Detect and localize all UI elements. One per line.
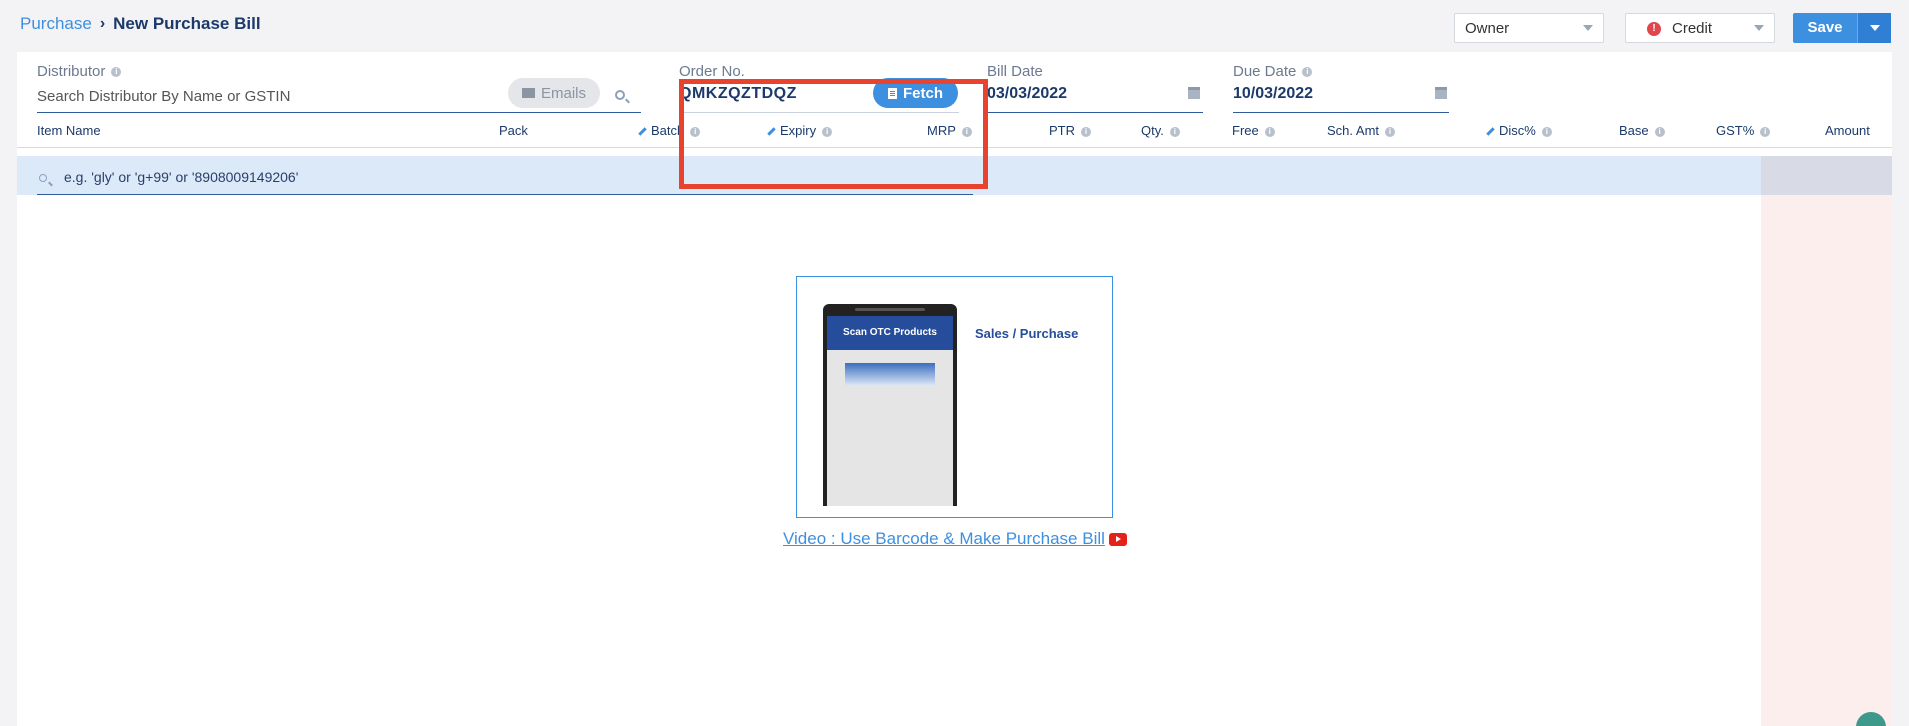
pencil-icon [1486, 127, 1495, 136]
youtube-icon [1108, 533, 1127, 547]
info-icon: i [1541, 126, 1552, 137]
col-sch-amt: Sch. Amt i [1327, 123, 1396, 138]
col-free: Free i [1232, 123, 1275, 138]
save-options-dropdown[interactable] [1857, 13, 1891, 43]
payment-mode-value: Credit [1672, 19, 1713, 37]
top-bar: Purchase › New Purchase Bill Owner ! Cre… [0, 0, 1909, 52]
info-icon: i [1264, 126, 1275, 137]
info-icon: i [1654, 126, 1665, 137]
info-icon: i [111, 67, 122, 78]
emails-label: Emails [540, 84, 586, 102]
chevron-right-icon: › [99, 15, 106, 32]
info-icon: i [1169, 126, 1180, 137]
calendar-icon[interactable] [1435, 87, 1447, 99]
role-select-value: Owner [1465, 19, 1510, 37]
amount-column [1761, 195, 1892, 726]
video-tutorial-link[interactable]: Video : Use Barcode & Make Purchase Bill [783, 529, 1127, 549]
breadcrumb: Purchase › New Purchase Bill [20, 14, 261, 34]
page-title: New Purchase Bill [113, 14, 261, 33]
col-qty: Qty. i [1141, 123, 1180, 138]
envelope-icon [521, 88, 535, 98]
phone-illustration: Scan OTC Products [823, 304, 957, 506]
scan-bar [845, 363, 935, 385]
payment-mode-select[interactable]: ! Credit [1625, 13, 1775, 43]
caret-down-icon [1583, 25, 1593, 31]
search-icon [39, 174, 47, 182]
phone-speaker [855, 308, 925, 311]
emails-button[interactable]: Emails [508, 78, 600, 108]
item-search-input[interactable]: e.g. 'gly' or 'g+99' or '8908009149206' [64, 169, 298, 185]
distributor-search-input[interactable]: Search Distributor By Name or GSTIN [37, 88, 290, 105]
col-pack: Pack [499, 123, 528, 138]
alert-icon: ! [1647, 22, 1661, 36]
bill-date-label: Bill Date [987, 63, 1043, 80]
col-disc[interactable]: Disc% i [1486, 123, 1552, 138]
col-item-name: Item Name [37, 123, 101, 138]
item-search-underline [37, 194, 973, 195]
col-amount: Amount [1825, 123, 1870, 138]
col-base: Base i [1619, 123, 1665, 138]
info-icon: i [1302, 67, 1313, 78]
phone-header: Scan OTC Products [827, 316, 953, 350]
breadcrumb-purchase-link[interactable]: Purchase [20, 14, 92, 34]
barcode-promo-card[interactable]: Scan OTC Products Sales / Purchase [796, 276, 1113, 518]
search-icon[interactable] [615, 90, 625, 100]
bill-date-input[interactable]: 03/03/2022 [987, 85, 1067, 103]
col-ptr: PTR i [1049, 123, 1091, 138]
phone-screen: Scan OTC Products [827, 316, 953, 506]
caret-down-icon [1754, 25, 1764, 31]
info-icon: i [1081, 126, 1091, 137]
amount-cell [1761, 156, 1892, 195]
due-date-label: Due Date i [1233, 63, 1313, 80]
promo-label: Sales / Purchase [975, 326, 1079, 341]
order-no-label: Order No. [679, 63, 745, 80]
save-button[interactable]: Save [1793, 13, 1857, 43]
pencil-icon [638, 127, 647, 136]
due-date-input[interactable]: 10/03/2022 [1233, 85, 1313, 103]
purchase-bill-panel: Distributor i Search Distributor By Name … [17, 52, 1892, 726]
save-button-group: Save [1793, 13, 1891, 43]
distributor-label: Distributor i [37, 63, 122, 80]
calendar-icon[interactable] [1188, 87, 1200, 99]
order-no-highlight-box [679, 79, 988, 189]
role-select[interactable]: Owner [1454, 13, 1604, 43]
col-gst: GST% i [1716, 123, 1771, 138]
info-icon: i [1385, 126, 1396, 137]
info-icon: i [1760, 126, 1771, 137]
